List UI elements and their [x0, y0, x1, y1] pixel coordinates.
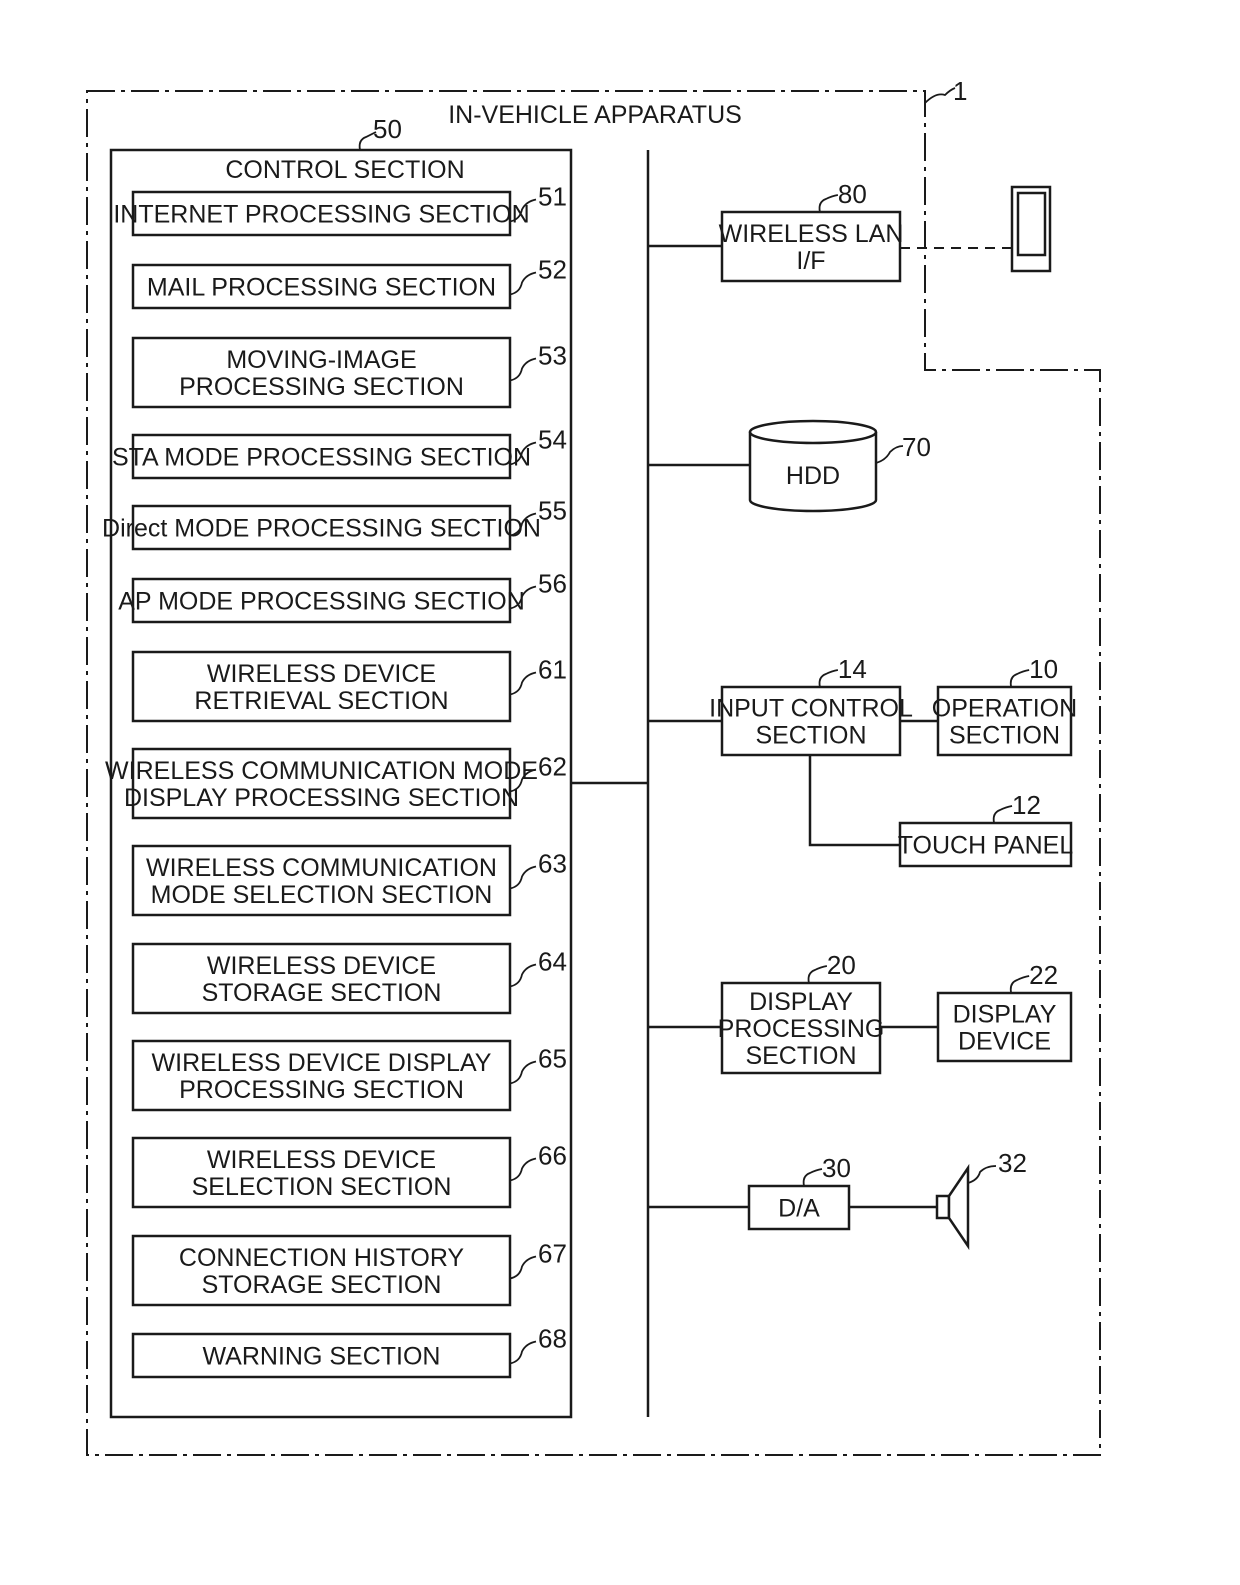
control-block-56-ref: 56 [538, 569, 567, 599]
control-block-65-label: PROCESSING SECTION [179, 1076, 464, 1104]
apparatus-ref: 1 [953, 76, 967, 106]
control-block-65: WIRELESS DEVICE DISPLAYPROCESSING SECTIO… [131, 1039, 567, 1112]
mobile-device-screen [1016, 191, 1047, 257]
control-block-66-label: WIRELESS DEVICE [207, 1146, 436, 1174]
control-block-66-label: SELECTION SECTION [192, 1173, 452, 1201]
control-block-51-ref: 51 [538, 182, 567, 212]
control-block-55-ref: 55 [538, 496, 567, 526]
control-block-63: WIRELESS COMMUNICATIONMODE SELECTION SEC… [131, 844, 567, 917]
control-block-62: WIRELESS COMMUNICATION MODEDISPLAY PROCE… [105, 747, 567, 820]
display-processing-section-label: PROCESSING [718, 1015, 885, 1043]
da-converter-ref: 30 [822, 1153, 851, 1183]
mobile-device-icon [900, 185, 1052, 273]
control-block-61: WIRELESS DEVICERETRIEVAL SECTION 61 [131, 650, 567, 723]
control-block-51-label: INTERNET PROCESSING SECTION [113, 201, 529, 229]
control-block-53-label: MOVING-IMAGE [226, 346, 416, 374]
display-processing-section-leader [807, 965, 828, 984]
control-block-67: CONNECTION HISTORYSTORAGE SECTION 67 [131, 1234, 567, 1307]
control-block-63-ref: 63 [538, 849, 567, 879]
display-device: DISPLAYDEVICE 22 [936, 960, 1073, 1063]
control-block-61-ref: 61 [538, 655, 567, 685]
control-block-67-ref: 67 [538, 1239, 567, 1269]
da-converter-label: D/A [778, 1195, 820, 1223]
input-control-section-label: SECTION [755, 722, 866, 750]
display-processing-section: DISPLAYPROCESSINGSECTION 20 [718, 950, 885, 1075]
hdd-block: HDD 70 [648, 419, 931, 513]
da-converter-leader [802, 1168, 823, 1187]
speaker-magnet [935, 1194, 951, 1220]
wireless-lan-if-label: WIRELESS LAN [719, 220, 904, 248]
control-block-68-ref: 68 [538, 1324, 567, 1354]
wireless-lan-if-label: I/F [796, 247, 825, 275]
control-block-61-label: RETRIEVAL SECTION [194, 687, 448, 715]
control-block-52-ref: 52 [538, 255, 567, 285]
touch-panel-label: TOUCH PANEL [898, 832, 1074, 860]
input-control-section-ref: 14 [838, 654, 867, 684]
speaker-cone [947, 1163, 970, 1251]
control-block-65-label: WIRELESS DEVICE DISPLAY [152, 1049, 492, 1077]
control-block-53-label: PROCESSING SECTION [179, 373, 464, 401]
display-processing-section-label: DISPLAY [749, 988, 853, 1016]
control-block-64: WIRELESS DEVICESTORAGE SECTION 64 [131, 942, 567, 1015]
control-block-66: WIRELESS DEVICESELECTION SECTION 66 [131, 1136, 567, 1209]
speaker-leader [967, 1165, 997, 1184]
control-block-65-ref: 65 [538, 1044, 567, 1074]
display-device-ref: 22 [1029, 960, 1058, 990]
touch-panel-leader [992, 805, 1013, 824]
control-block-63-label: MODE SELECTION SECTION [151, 881, 493, 909]
control-block-52-label: MAIL PROCESSING SECTION [147, 274, 496, 302]
control-block-67-label: STORAGE SECTION [202, 1271, 442, 1299]
display-device-leader [1009, 975, 1030, 994]
control-block-54-label: STA MODE PROCESSING SECTION [112, 444, 531, 472]
control-block-62-label: DISPLAY PROCESSING SECTION [124, 784, 519, 812]
control-section-title: CONTROL SECTION [225, 156, 464, 184]
control-block-53-ref: 53 [538, 341, 567, 371]
control-block-61-label: WIRELESS DEVICE [207, 660, 436, 688]
control-section-ref: 50 [373, 114, 402, 144]
apparatus-title: IN-VEHICLE APPARATUS [448, 101, 742, 129]
wireless-lan-if-ref: 80 [838, 179, 867, 209]
control-block-62-ref: 62 [538, 752, 567, 782]
control-block-64-label: STORAGE SECTION [202, 979, 442, 1007]
speaker-icon: 32 [849, 1148, 1027, 1251]
peripherals: WIRELESS LANI/F80INPUT CONTROLSECTION14O… [648, 179, 1077, 1231]
speaker-ref: 32 [998, 1148, 1027, 1178]
input-control-section-leader [818, 669, 839, 688]
display-device-label: DEVICE [958, 1028, 1051, 1056]
control-block-63-label: WIRELESS COMMUNICATION [146, 854, 497, 882]
operation-section-label: OPERATION [932, 695, 1077, 723]
control-block-55-label: Direct MODE PROCESSING SECTION [102, 515, 541, 543]
block-diagram: IN-VEHICLE APPARATUS 1 CONTROL SECTION 5… [86, 76, 1101, 1456]
da-converter: D/A30 [747, 1153, 851, 1231]
operation-section: OPERATIONSECTION 10 [932, 654, 1077, 757]
operation-section-ref: 10 [1029, 654, 1058, 684]
input-control-section: INPUT CONTROLSECTION 14 [709, 654, 913, 757]
display-processing-section-ref: 20 [827, 950, 856, 980]
apparatus-leader [924, 87, 956, 104]
wireless-lan-if: WIRELESS LANI/F 80 [719, 179, 904, 283]
touch-panel: TOUCH PANEL 12 [898, 790, 1074, 868]
wireless-lan-if-leader [818, 194, 839, 213]
display-processing-section-label: SECTION [745, 1042, 856, 1070]
control-block-54-ref: 54 [538, 425, 567, 455]
hdd-label: HDD [786, 462, 840, 490]
control-blocks: INTERNET PROCESSING SECTION 51 MAIL PROCES… [102, 182, 567, 1379]
touch-panel-link [808, 755, 900, 847]
operation-section-leader [1009, 669, 1030, 688]
display-device-label: DISPLAY [953, 1001, 1057, 1029]
control-block-62-label: WIRELESS COMMUNICATION MODE [105, 757, 538, 785]
control-block-64-ref: 64 [538, 947, 567, 977]
touch-panel-ref: 12 [1012, 790, 1041, 820]
hdd-leader [875, 445, 904, 464]
control-block-66-ref: 66 [538, 1141, 567, 1171]
control-block-53: MOVING-IMAGEPROCESSING SECTION 53 [131, 336, 567, 409]
hdd-cylinder-top [748, 419, 878, 445]
control-block-56-label: AP MODE PROCESSING SECTION [118, 588, 525, 616]
hdd-ref: 70 [902, 432, 931, 462]
control-block-64-label: WIRELESS DEVICE [207, 952, 436, 980]
control-block-67-label: CONNECTION HISTORY [179, 1244, 465, 1272]
operation-section-label: SECTION [949, 722, 1060, 750]
input-control-section-label: INPUT CONTROL [709, 695, 913, 723]
control-block-68-label: WARNING SECTION [203, 1343, 441, 1371]
